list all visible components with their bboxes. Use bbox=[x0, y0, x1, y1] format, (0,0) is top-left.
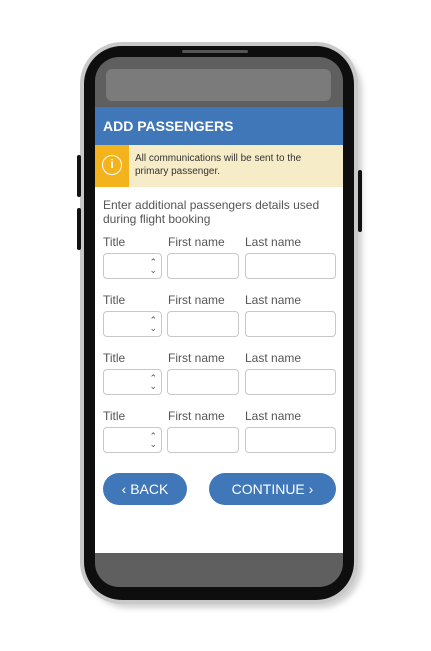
app-screen: ADD PASSENGERS i All communications will… bbox=[95, 107, 343, 553]
select-chevron-icon: ⌃ ⌄ bbox=[149, 373, 157, 391]
page-title: ADD PASSENGERS bbox=[95, 107, 343, 145]
passenger-row: Title First name Last name ⌃ ⌄ bbox=[95, 351, 343, 403]
notice-text: All communications will be sent to the p… bbox=[135, 153, 302, 177]
top-bar bbox=[106, 69, 331, 101]
chevron-right-icon: › bbox=[308, 481, 314, 497]
continue-button-label: CONTINUE bbox=[231, 481, 305, 497]
first-name-label: First name bbox=[168, 293, 225, 307]
volume-down-button bbox=[77, 208, 81, 250]
volume-up-button bbox=[77, 155, 81, 197]
first-name-field[interactable] bbox=[167, 253, 239, 279]
chevron-left-icon: ‹ bbox=[121, 481, 127, 497]
title-select[interactable]: ⌃ ⌄ bbox=[103, 311, 162, 337]
select-chevron-icon: ⌃ ⌄ bbox=[149, 257, 157, 275]
first-name-field[interactable] bbox=[167, 369, 239, 395]
last-name-field[interactable] bbox=[245, 369, 336, 395]
last-name-label: Last name bbox=[245, 235, 302, 249]
notice-icon-container: i bbox=[95, 145, 129, 187]
select-chevron-icon: ⌃ ⌄ bbox=[149, 431, 157, 449]
title-label: Title bbox=[103, 351, 126, 365]
info-icon: i bbox=[102, 155, 122, 175]
first-name-field[interactable] bbox=[167, 311, 239, 337]
speaker-grille bbox=[182, 50, 248, 53]
select-chevron-icon: ⌃ ⌄ bbox=[149, 315, 157, 333]
back-button[interactable]: ‹ BACK bbox=[103, 473, 187, 505]
first-name-field[interactable] bbox=[167, 427, 239, 453]
last-name-field[interactable] bbox=[245, 311, 336, 337]
title-label: Title bbox=[103, 235, 126, 249]
title-select[interactable]: ⌃ ⌄ bbox=[103, 253, 162, 279]
title-select[interactable]: ⌃ ⌄ bbox=[103, 369, 162, 395]
last-name-label: Last name bbox=[245, 351, 302, 365]
last-name-label: Last name bbox=[245, 293, 302, 307]
title-select[interactable]: ⌃ ⌄ bbox=[103, 427, 162, 453]
continue-button[interactable]: CONTINUE › bbox=[209, 473, 336, 505]
intro-text: Enter additional passengers details used… bbox=[103, 198, 320, 226]
first-name-label: First name bbox=[168, 235, 225, 249]
info-notice: i All communications will be sent to the… bbox=[95, 145, 343, 187]
first-name-label: First name bbox=[168, 351, 225, 365]
bottom-bar bbox=[95, 553, 343, 587]
power-button bbox=[358, 170, 362, 232]
passenger-row: Title First name Last name ⌃ ⌄ bbox=[95, 235, 343, 287]
passenger-row: Title First name Last name ⌃ ⌄ bbox=[95, 293, 343, 345]
passenger-row: Title First name Last name ⌃ ⌄ bbox=[95, 409, 343, 461]
last-name-field[interactable] bbox=[245, 253, 336, 279]
last-name-field[interactable] bbox=[245, 427, 336, 453]
back-button-label: BACK bbox=[130, 481, 169, 497]
title-label: Title bbox=[103, 293, 126, 307]
first-name-label: First name bbox=[168, 409, 225, 423]
title-label: Title bbox=[103, 409, 126, 423]
last-name-label: Last name bbox=[245, 409, 302, 423]
